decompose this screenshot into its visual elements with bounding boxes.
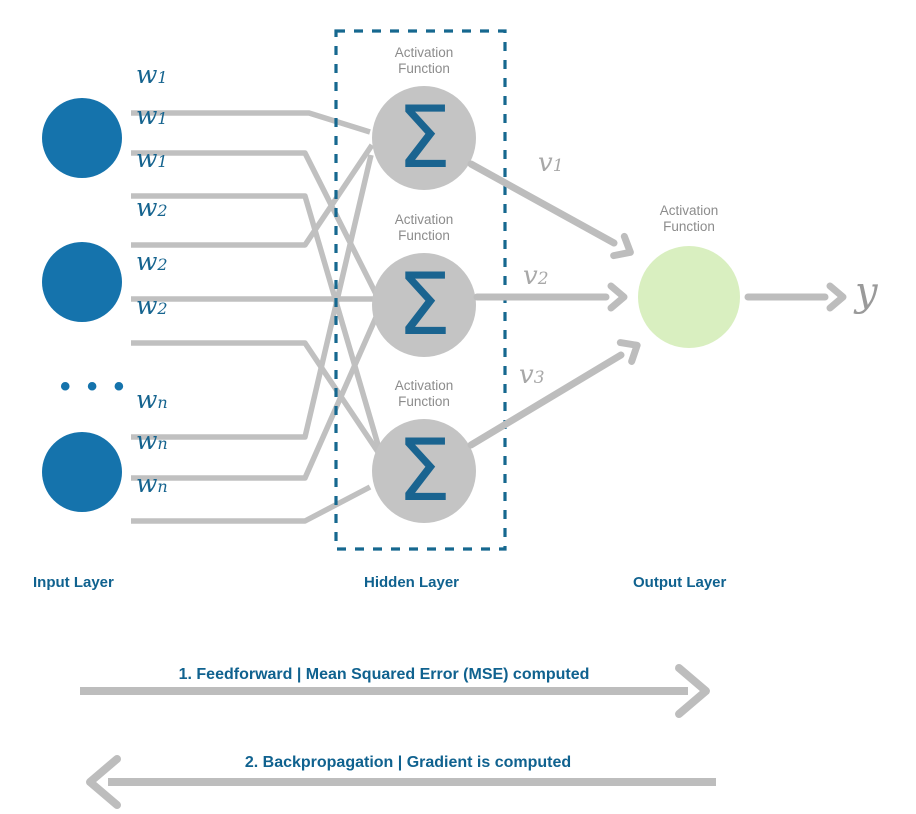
weight-label-3: w1 [136,144,168,173]
hidden-output-weight-label-v3: v3 [519,360,545,390]
input-hidden-connections [131,110,384,524]
input-node-n[interactable] [42,432,122,512]
activation-function-label-hidden-3: Activation Function [394,378,454,409]
layer-label-hidden: Hidden Layer [364,574,460,591]
hidden-nodes-group: Σ Σ Σ [372,86,476,523]
backpropagation-step-label: 2. Backpropagation | Gradient is compute… [244,754,572,771]
layer-label-output: Output Layer [633,574,727,591]
input-node-1[interactable] [42,98,122,178]
sigma-symbol-3: Σ [397,421,451,521]
connection-in-h2 [131,313,380,481]
arrow-line-v3 [467,351,625,449]
weight-label-6: w2 [136,291,168,320]
input-nodes-group [42,98,122,512]
hidden-output-arrows [467,160,643,449]
weight-label-9: wn [136,469,168,498]
hidden-output-weight-label-v1: v1 [538,148,564,178]
output-symbol-y: y [855,269,878,315]
activation-function-label-hidden-1: Activation Function [394,45,454,76]
diagram-canvas: Σ Σ Σ w1 w1 w1 w2 w2 w2 wn wn wn • • • A… [0,0,916,814]
layer-label-input: Input Layer [33,574,114,591]
arrow-head-v2 [611,286,624,308]
sigma-symbol-2: Σ [397,255,451,355]
input-ellipsis: • • • [60,370,129,403]
weight-label-2: w1 [136,101,168,130]
input-node-2[interactable] [42,242,122,322]
weight-label-8: wn [136,426,168,455]
arrow-head-v3 [620,336,642,362]
activation-function-label-output: Activation Function [659,203,719,234]
weight-label-4: w2 [136,193,168,222]
sigma-symbol-1: Σ [397,88,451,188]
output-arrow-head [830,286,843,308]
output-node-group [638,246,843,348]
weight-label-5: w2 [136,247,168,276]
weight-label-7: wn [136,385,168,414]
hidden-output-weight-label-v2: v2 [523,261,549,291]
feedforward-step-label: 1. Feedforward | Mean Squared Error (MSE… [178,666,590,683]
output-node-1[interactable] [638,246,740,348]
arrow-head-v1 [614,236,636,262]
weight-label-1: w1 [136,60,168,89]
activation-function-label-hidden-2: Activation Function [394,212,454,243]
